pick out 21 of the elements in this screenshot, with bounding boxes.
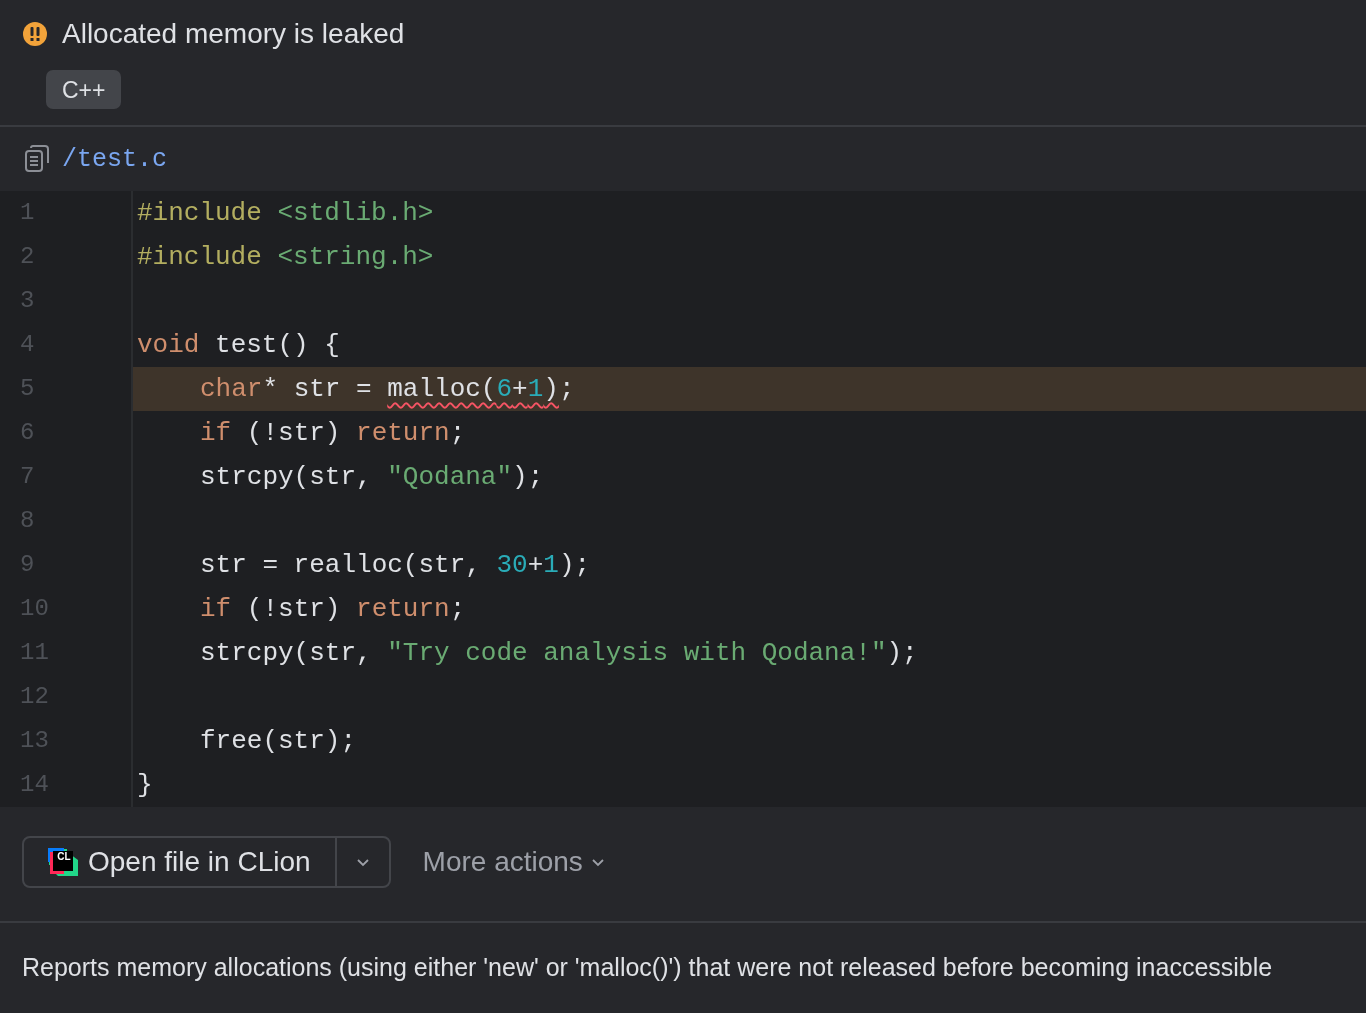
chevron-down-icon — [590, 857, 605, 867]
file-path[interactable]: /test.c — [62, 144, 168, 174]
code-line: #include <stdlib.h> — [137, 197, 434, 230]
chevron-down-icon — [355, 857, 370, 867]
inspection-description: Reports memory allocations (using either 'new' or 'malloc()') that were not released before becoming inaccessible — [21, 952, 1274, 983]
code-line: if (!str) return; — [200, 593, 466, 626]
code-line: strcpy(str, "Qodana"); — [200, 461, 544, 494]
more-actions-button[interactable]: More actions — [422, 846, 605, 878]
error-underlined-code: malloc(6+1) — [387, 374, 559, 404]
code-line: void test() { — [137, 329, 340, 362]
problem-title: Allocated memory is leaked — [62, 18, 405, 50]
code-line: #include <string.h> — [137, 241, 434, 274]
code-line: if (!str) return; — [200, 417, 466, 450]
code-line: free(str); — [200, 725, 357, 758]
code-line: char* str = malloc(6+1); — [200, 373, 575, 406]
code-line: str = realloc(str, 30+1); — [200, 549, 591, 582]
code-line: } — [137, 769, 153, 802]
file-icon — [24, 145, 50, 173]
language-tag: C++ — [46, 70, 122, 109]
warning-icon — [22, 21, 48, 47]
code-line: strcpy(str, "Try code analysis with Qodana!"); — [200, 637, 918, 670]
